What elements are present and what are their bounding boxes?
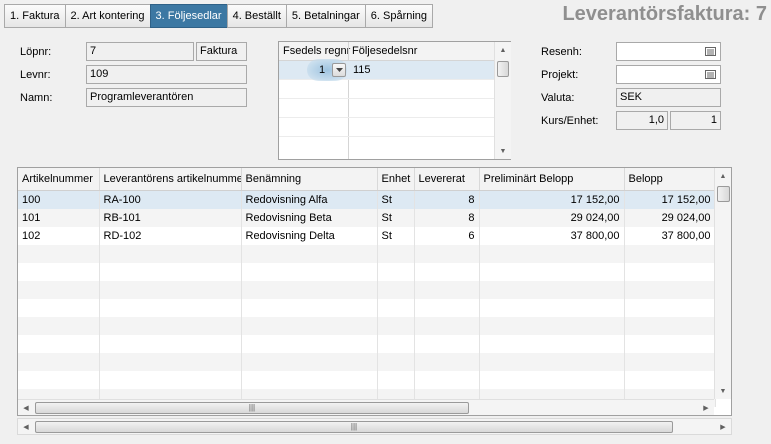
table-row (18, 317, 716, 335)
chevron-down-icon[interactable] (332, 63, 346, 77)
cell-prelim-amount[interactable]: 29 024,00 (479, 209, 625, 227)
cell-delivered[interactable]: 8 (414, 209, 480, 227)
col-header-preliminart-belopp[interactable]: Preliminärt Belopp (479, 168, 625, 191)
cell-delivered[interactable]: 8 (414, 190, 480, 209)
cell-article[interactable]: 100 (18, 190, 100, 209)
list-lookup-icon[interactable] (703, 44, 718, 59)
table-row (18, 281, 716, 299)
valuta-label: Valuta: (541, 92, 575, 104)
scroll-right-icon[interactable]: ▶ (698, 400, 714, 415)
levnr-label: Levnr: (20, 69, 51, 81)
table-row (18, 263, 716, 281)
delivery-grid-header: Fsedels regnr Följesedelsnr (279, 42, 494, 61)
tab-bar: 1. Faktura 2. Art kontering 3. Följesedl… (4, 4, 434, 28)
items-grid: Artikelnummer Leverantörens artikelnumme… (17, 167, 732, 416)
scroll-thumb[interactable]: ||| (35, 402, 469, 414)
cell-amount[interactable]: 29 024,00 (624, 209, 716, 227)
delivery-grid-scrollbar[interactable]: ▲ ▼ (494, 42, 511, 159)
cell-article[interactable]: 101 (18, 209, 100, 227)
resenh-label: Resenh: (541, 46, 582, 58)
table-row (18, 335, 716, 353)
kurs-field[interactable]: 1,0 (616, 111, 668, 130)
table-row[interactable]: 102 RD-102 Redovisning Delta St 6 37 800… (18, 227, 716, 245)
invoice-type-field[interactable]: Faktura (196, 42, 247, 61)
col-header-levererat[interactable]: Levererat (414, 168, 480, 191)
scroll-up-icon[interactable]: ▲ (715, 168, 731, 184)
scroll-down-icon[interactable]: ▼ (495, 143, 511, 159)
table-row[interactable]: 100 RA-100 Redovisning Alfa St 8 17 152,… (18, 190, 716, 209)
tab-faktura[interactable]: 1. Faktura (4, 4, 66, 28)
delivery-grid-row[interactable]: 1 115 (279, 59, 494, 81)
scroll-thumb[interactable] (717, 186, 730, 202)
col-header-artikelnummer[interactable]: Artikelnummer (18, 168, 100, 191)
delivery-number-value: 115 (353, 64, 371, 76)
tab-betalningar[interactable]: 5. Betalningar (285, 4, 366, 28)
table-row (18, 371, 716, 389)
scroll-right-icon[interactable]: ▶ (715, 419, 731, 435)
lopnr-field[interactable]: 7 (86, 42, 194, 61)
scroll-left-icon[interactable]: ◀ (18, 400, 34, 415)
list-lookup-icon[interactable] (703, 67, 718, 82)
projekt-label: Projekt: (541, 69, 579, 81)
scroll-thumb[interactable] (497, 61, 509, 77)
cell-unit[interactable]: St (377, 190, 415, 209)
tab-foljesedlar[interactable]: 3. Följesedlar (149, 4, 228, 28)
cell-prelim-amount[interactable]: 17 152,00 (479, 190, 625, 209)
col-header-leverantorens-artikelnummer[interactable]: Leverantörens artikelnummer (99, 168, 242, 191)
table-row (18, 245, 716, 263)
scroll-left-icon[interactable]: ◀ (18, 419, 34, 435)
tab-bestallt[interactable]: 4. Beställt (226, 4, 287, 28)
scroll-down-icon[interactable]: ▼ (715, 383, 731, 399)
cell-name[interactable]: Redovisning Delta (241, 227, 378, 245)
col-header-foljesedelsnr[interactable]: Följesedelsnr (352, 45, 417, 57)
col-header-benamning[interactable]: Benämning (241, 168, 378, 191)
cell-amount[interactable]: 17 152,00 (624, 190, 716, 209)
cell-name[interactable]: Redovisning Alfa (241, 190, 378, 209)
page-title: Leverantörsfaktura: 7 (562, 3, 767, 25)
items-grid-vscrollbar[interactable]: ▲ ▼ (714, 168, 731, 399)
scroll-thumb[interactable]: ||| (35, 421, 673, 433)
cell-supplier-article[interactable]: RA-100 (99, 190, 242, 209)
valuta-field[interactable]: SEK (616, 88, 721, 107)
col-header-belopp[interactable]: Belopp (624, 168, 716, 191)
enhet-field[interactable]: 1 (670, 111, 721, 130)
items-grid-header: Artikelnummer Leverantörens artikelnumme… (18, 168, 716, 191)
scroll-up-icon[interactable]: ▲ (495, 42, 511, 58)
cell-supplier-article[interactable]: RB-101 (99, 209, 242, 227)
items-grid-hscrollbar[interactable]: ◀ ||| ▶ (18, 399, 714, 415)
table-row (18, 299, 716, 317)
lopnr-label: Löpnr: (20, 46, 52, 58)
table-row[interactable]: 101 RB-101 Redovisning Beta St 8 29 024,… (18, 209, 716, 227)
namn-label: Namn: (20, 92, 53, 104)
cell-unit[interactable]: St (377, 227, 415, 245)
cell-amount[interactable]: 37 800,00 (624, 227, 716, 245)
cell-supplier-article[interactable]: RD-102 (99, 227, 242, 245)
cell-prelim-amount[interactable]: 37 800,00 (479, 227, 625, 245)
kurs-label: Kurs/Enhet: (541, 115, 599, 127)
tab-art-kontering[interactable]: 2. Art kontering (64, 4, 151, 28)
col-header-fsedels-regnr[interactable]: Fsedels regnr (283, 45, 350, 57)
delivery-note-grid: Fsedels regnr Följesedelsnr 1 115 ▲ ▼ (278, 41, 511, 160)
col-header-enhet[interactable]: Enhet (377, 168, 415, 191)
cell-article[interactable]: 102 (18, 227, 100, 245)
cell-unit[interactable]: St (377, 209, 415, 227)
levnr-field[interactable]: 109 (86, 65, 247, 84)
tab-sparning[interactable]: 6. Spårning (364, 4, 434, 28)
cell-delivered[interactable]: 6 (414, 227, 480, 245)
table-row (18, 353, 716, 371)
namn-field[interactable]: Programleverantören (86, 88, 247, 107)
delivery-regnr-value[interactable]: 1 (319, 64, 325, 76)
page-hscrollbar[interactable]: ◀ ||| ▶ (17, 418, 732, 435)
cell-name[interactable]: Redovisning Beta (241, 209, 378, 227)
